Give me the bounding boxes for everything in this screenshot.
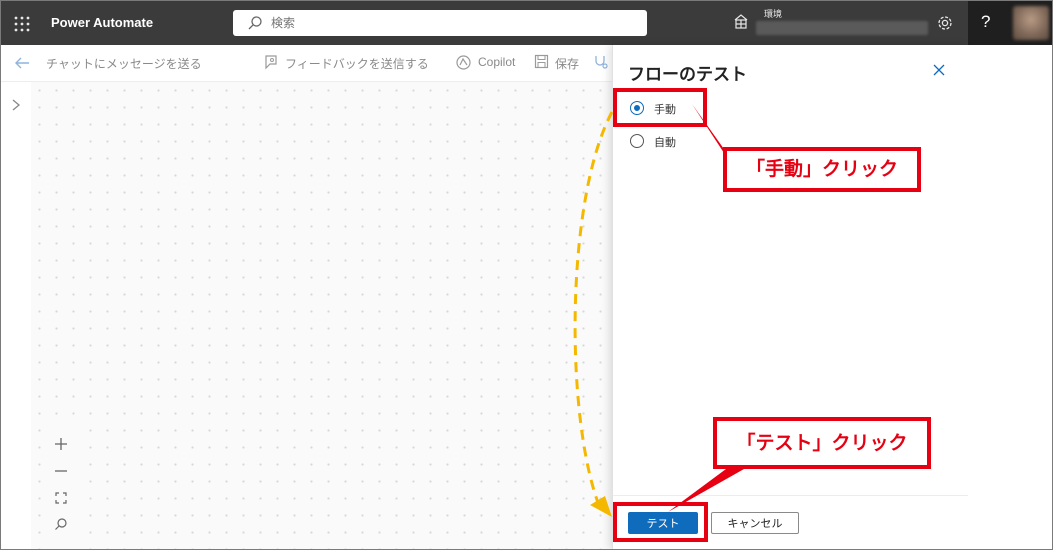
save-icon bbox=[534, 54, 549, 69]
radio-automatic[interactable] bbox=[630, 134, 644, 148]
flow-checker-icon[interactable] bbox=[593, 54, 609, 70]
save-button[interactable]: 保存 bbox=[555, 55, 579, 72]
help-area: ? bbox=[968, 1, 1052, 45]
zoom-out-icon[interactable] bbox=[54, 464, 68, 478]
copilot-button[interactable]: Copilot bbox=[478, 55, 515, 69]
zoom-controls bbox=[47, 429, 75, 549]
environment-label: 環境 bbox=[764, 10, 783, 20]
app-name[interactable]: Power Automate bbox=[51, 15, 153, 30]
app-header: Power Automate 環境 ? bbox=[1, 1, 1052, 45]
left-rail bbox=[1, 82, 32, 549]
feedback-button[interactable]: フィードバックを送信する bbox=[285, 55, 429, 72]
highlight-manual-option bbox=[613, 88, 707, 127]
user-avatar[interactable] bbox=[1013, 6, 1049, 40]
back-arrow-icon[interactable] bbox=[13, 54, 31, 72]
chevron-right-icon[interactable] bbox=[11, 98, 21, 112]
feedback-icon bbox=[265, 55, 277, 70]
radio-option-automatic[interactable]: 自動 bbox=[630, 132, 710, 152]
zoom-in-icon[interactable] bbox=[54, 437, 68, 451]
callout-manual-click: 「手動」クリック bbox=[723, 147, 921, 192]
fit-view-icon[interactable] bbox=[54, 491, 68, 505]
close-icon[interactable] bbox=[933, 64, 945, 76]
search-canvas-icon[interactable] bbox=[54, 517, 68, 531]
search-box[interactable] bbox=[233, 10, 647, 36]
settings-gear-icon[interactable] bbox=[936, 14, 954, 32]
chat-message-button[interactable]: チャットにメッセージを送る bbox=[46, 55, 202, 72]
cancel-button[interactable]: キャンセル bbox=[711, 512, 799, 534]
panel-title: フローのテスト bbox=[628, 65, 747, 85]
copilot-icon bbox=[456, 55, 471, 70]
flow-canvas[interactable] bbox=[31, 82, 613, 549]
designer-toolbar: チャットにメッセージを送る フィードバックを送信する Copilot 保存 bbox=[1, 45, 613, 82]
search-input[interactable] bbox=[271, 14, 631, 32]
environment-name-blurred[interactable] bbox=[756, 21, 928, 35]
panel-footer-divider bbox=[613, 495, 968, 496]
radio-automatic-label: 自動 bbox=[654, 136, 676, 149]
search-icon bbox=[248, 16, 262, 30]
callout-test-click: 「テスト」クリック bbox=[713, 417, 931, 469]
highlight-test-button bbox=[613, 502, 708, 542]
waffle-menu-icon[interactable] bbox=[13, 15, 31, 33]
environment-icon[interactable] bbox=[732, 13, 750, 31]
help-button[interactable]: ? bbox=[981, 12, 990, 32]
right-blank-area bbox=[968, 45, 1052, 549]
